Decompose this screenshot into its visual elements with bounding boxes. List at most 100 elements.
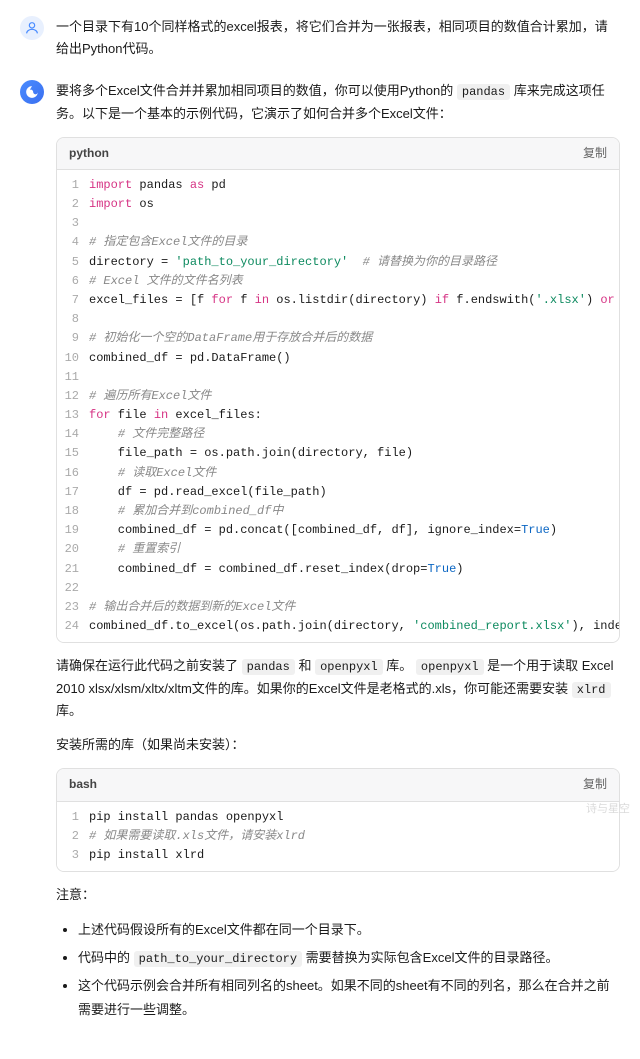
code-line: 19 combined_df = pd.concat([combined_df,…	[57, 521, 619, 540]
code-line: 1pip install pandas openpyxl	[57, 808, 619, 827]
notice-title: 注意：	[56, 884, 620, 906]
line-code: combined_df = combined_df.reset_index(dr…	[89, 560, 619, 579]
code-line: 7excel_files = [f for f in os.listdir(di…	[57, 291, 619, 310]
intro-before: 要将多个Excel文件合并并累加相同项目的数值，你可以使用Python的	[56, 83, 457, 98]
user-message: 一个目录下有10个同样格式的excel报表，将它们合并为一张报表，相同项目的数值…	[20, 16, 620, 60]
code-line: 12# 遍历所有Excel文件	[57, 387, 619, 406]
code-block-python: python 复制 1import pandas as pd2import os…	[56, 137, 620, 644]
code-body[interactable]: 1import pandas as pd2import os3 4# 指定包含E…	[57, 170, 619, 643]
line-number: 17	[57, 483, 89, 502]
line-number: 19	[57, 521, 89, 540]
code-header: bash 复制	[57, 769, 619, 801]
code-line: 5directory = 'path_to_your_directory' # …	[57, 253, 619, 272]
line-code: combined_df.to_excel(os.path.join(direct…	[89, 617, 619, 636]
code-line: 9# 初始化一个空的DataFrame用于存放合并后的数据	[57, 329, 619, 348]
bot-message: 要将多个Excel文件合并并累加相同项目的数值，你可以使用Python的 pan…	[20, 80, 620, 1025]
code-lang: bash	[69, 775, 97, 794]
code-body[interactable]: 1pip install pandas openpyxl2# 如果需要读取.xl…	[57, 802, 619, 872]
bot-avatar	[20, 80, 44, 104]
code-line: 2import os	[57, 195, 619, 214]
paragraph-install-info: 请确保在运行此代码之前安装了 pandas 和 openpyxl 库。 open…	[56, 655, 620, 722]
code-line: 13for file in excel_files:	[57, 406, 619, 425]
line-number: 2	[57, 827, 89, 846]
user-icon	[24, 20, 40, 36]
line-code: pip install pandas openpyxl	[89, 808, 619, 827]
line-number: 3	[57, 214, 89, 233]
inline-code: pandas	[457, 84, 510, 100]
code-header: python 复制	[57, 138, 619, 170]
code-line: 23# 输出合并后的数据到新的Excel文件	[57, 598, 619, 617]
line-code: # 文件完整路径	[89, 425, 619, 444]
code-line: 18 # 累加合并到combined_df中	[57, 502, 619, 521]
code-line: 3	[57, 214, 619, 233]
line-code: # 遍历所有Excel文件	[89, 387, 619, 406]
list-item: 上述代码假设所有的Excel文件都在同一个目录下。	[78, 918, 620, 941]
line-number: 24	[57, 617, 89, 636]
line-code: # 初始化一个空的DataFrame用于存放合并后的数据	[89, 329, 619, 348]
line-number: 1	[57, 176, 89, 195]
bot-intro: 要将多个Excel文件合并并累加相同项目的数值，你可以使用Python的 pan…	[56, 80, 620, 124]
line-number: 15	[57, 444, 89, 463]
line-code: import os	[89, 195, 619, 214]
line-code: file_path = os.path.join(directory, file…	[89, 444, 619, 463]
list-item: 代码中的 path_to_your_directory 需要替换为实际包含Exc…	[78, 946, 620, 971]
code-line: 8	[57, 310, 619, 329]
notes-list: 上述代码假设所有的Excel文件都在同一个目录下。代码中的 path_to_yo…	[56, 918, 620, 1021]
copy-button[interactable]: 复制	[583, 144, 607, 163]
code-line: 6# Excel 文件的文件名列表	[57, 272, 619, 291]
code-line: 3pip install xlrd	[57, 846, 619, 865]
line-code: pip install xlrd	[89, 846, 619, 865]
code-line: 21 combined_df = combined_df.reset_index…	[57, 560, 619, 579]
code-line: 1import pandas as pd	[57, 176, 619, 195]
line-code: combined_df = pd.concat([combined_df, df…	[89, 521, 619, 540]
line-number: 11	[57, 368, 89, 387]
line-code: # Excel 文件的文件名列表	[89, 272, 619, 291]
line-code: import pandas as pd	[89, 176, 619, 195]
line-number: 20	[57, 540, 89, 559]
bot-icon	[25, 85, 39, 99]
line-number: 21	[57, 560, 89, 579]
code-line: 22	[57, 579, 619, 598]
line-number: 22	[57, 579, 89, 598]
user-text: 一个目录下有10个同样格式的excel报表，将它们合并为一张报表，相同项目的数值…	[56, 16, 620, 60]
line-number: 10	[57, 349, 89, 368]
line-code: df = pd.read_excel(file_path)	[89, 483, 619, 502]
code-line: 2# 如果需要读取.xls文件，请安装xlrd	[57, 827, 619, 846]
line-code: # 指定包含Excel文件的目录	[89, 233, 619, 252]
line-code	[89, 214, 619, 233]
code-line: 17 df = pd.read_excel(file_path)	[57, 483, 619, 502]
code-line: 15 file_path = os.path.join(directory, f…	[57, 444, 619, 463]
copy-button[interactable]: 复制	[583, 775, 607, 794]
code-line: 10combined_df = pd.DataFrame()	[57, 349, 619, 368]
inline-code: path_to_your_directory	[134, 951, 302, 967]
line-number: 9	[57, 329, 89, 348]
code-line: 20 # 重置索引	[57, 540, 619, 559]
line-number: 5	[57, 253, 89, 272]
line-code: directory = 'path_to_your_directory' # 请…	[89, 253, 619, 272]
line-code: combined_df = pd.DataFrame()	[89, 349, 619, 368]
line-code: for file in excel_files:	[89, 406, 619, 425]
code-block-bash: bash 复制 1pip install pandas openpyxl2# 如…	[56, 768, 620, 872]
paragraph-install-cmd: 安装所需的库（如果尚未安装）：	[56, 734, 620, 756]
code-line: 11	[57, 368, 619, 387]
list-item: 这个代码示例会合并所有相同列名的sheet。如果不同的sheet有不同的列名，那…	[78, 974, 620, 1021]
line-number: 1	[57, 808, 89, 827]
user-avatar	[20, 16, 44, 40]
code-line: 16 # 读取Excel文件	[57, 464, 619, 483]
line-number: 4	[57, 233, 89, 252]
line-code: # 读取Excel文件	[89, 464, 619, 483]
line-code: excel_files = [f for f in os.listdir(dir…	[89, 291, 619, 310]
line-number: 13	[57, 406, 89, 425]
line-number: 23	[57, 598, 89, 617]
line-code: # 如果需要读取.xls文件，请安装xlrd	[89, 827, 619, 846]
line-code	[89, 368, 619, 387]
line-code	[89, 310, 619, 329]
code-line: 24combined_df.to_excel(os.path.join(dire…	[57, 617, 619, 636]
code-line: 4# 指定包含Excel文件的目录	[57, 233, 619, 252]
line-number: 12	[57, 387, 89, 406]
line-number: 6	[57, 272, 89, 291]
line-code: # 累加合并到combined_df中	[89, 502, 619, 521]
line-number: 14	[57, 425, 89, 444]
line-number: 16	[57, 464, 89, 483]
line-code: # 重置索引	[89, 540, 619, 559]
